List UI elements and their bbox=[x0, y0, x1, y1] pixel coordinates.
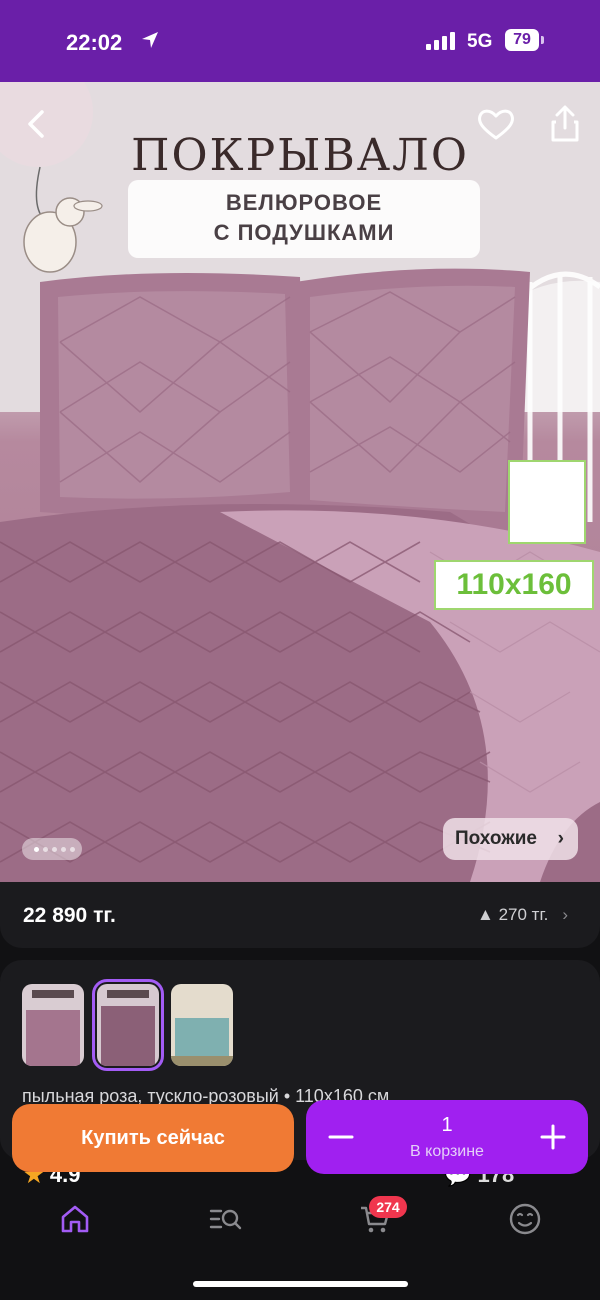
brand-logo bbox=[508, 460, 586, 544]
battery-tip bbox=[541, 36, 544, 44]
image-pager bbox=[22, 838, 82, 860]
hero-subtitle-line1: ВЕЛЮРОВОЕ bbox=[225, 190, 383, 215]
cart-stepper: 1 В корзине bbox=[306, 1100, 588, 1174]
similar-products-button[interactable]: Похожие › bbox=[443, 818, 578, 860]
similar-label: Похожие bbox=[455, 828, 537, 849]
product-price: 22 890 тг. bbox=[23, 904, 116, 927]
status-time: 22:02 bbox=[66, 30, 123, 55]
catalog-search-icon[interactable] bbox=[208, 1202, 242, 1236]
home-icon[interactable] bbox=[58, 1202, 92, 1236]
chevron-right-icon: › bbox=[557, 828, 564, 849]
status-bar: 22:02 5G 79 bbox=[0, 0, 600, 82]
heart-icon[interactable] bbox=[474, 102, 518, 146]
product-page: 22:02 5G 79 ПОКРЫВАЛО ВЕЛЮРОВОЕ С ПОДУШК… bbox=[0, 0, 600, 1300]
share-icon[interactable] bbox=[543, 102, 587, 146]
chevron-right-icon: › bbox=[562, 905, 568, 924]
product-image-gallery[interactable]: ПОКРЫВАЛО ВЕЛЮРОВОЕ С ПОДУШКАМИ 110x160 … bbox=[0, 82, 600, 882]
variant-thumb-1[interactable] bbox=[22, 984, 84, 1066]
variant-thumb-3[interactable] bbox=[171, 984, 233, 1066]
size-badge: 110x160 bbox=[434, 560, 594, 610]
price-change[interactable]: ▲ 270 тг. › bbox=[477, 905, 568, 925]
profile-icon[interactable] bbox=[508, 1202, 542, 1236]
buy-now-button[interactable]: Купить сейчас bbox=[12, 1104, 294, 1172]
home-indicator bbox=[193, 1281, 408, 1287]
cart-badge: 274 bbox=[369, 1196, 407, 1218]
triangle-up-icon: ▲ bbox=[477, 905, 499, 924]
location-arrow-icon bbox=[142, 32, 158, 48]
price-card[interactable]: 22 890 тг. ▲ 270 тг. › bbox=[0, 882, 600, 948]
network-type: 5G bbox=[467, 31, 493, 52]
battery-icon: 79 bbox=[505, 29, 539, 51]
signal-icon bbox=[426, 32, 455, 50]
hero-subtitle-line2: С ПОДУШКАМИ bbox=[213, 220, 395, 245]
back-icon[interactable] bbox=[14, 102, 58, 146]
plus-icon[interactable] bbox=[538, 1122, 568, 1152]
hero-subtitle: ВЕЛЮРОВОЕ С ПОДУШКАМИ bbox=[128, 180, 480, 258]
variant-thumb-2-selected[interactable] bbox=[92, 979, 164, 1071]
price-change-value: 270 тг. bbox=[498, 905, 549, 924]
